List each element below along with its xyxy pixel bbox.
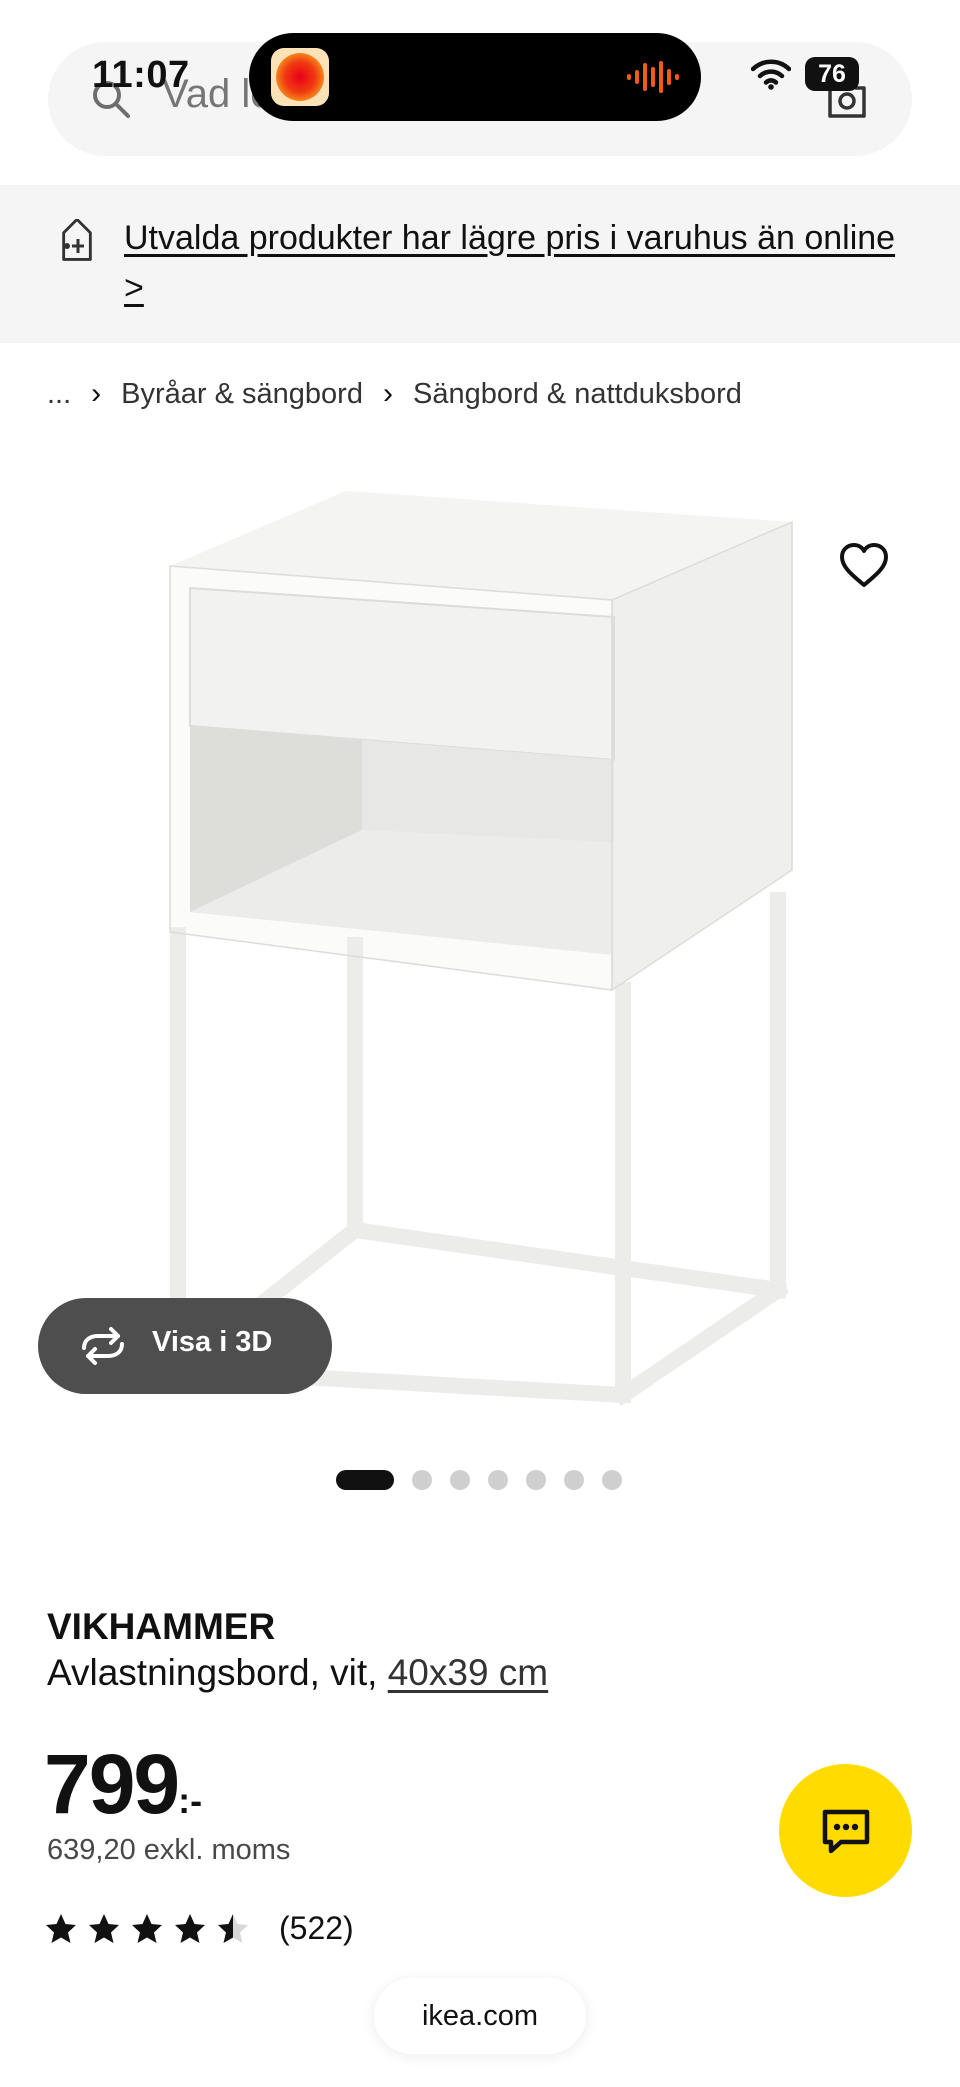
heart-icon[interactable] bbox=[838, 540, 890, 592]
breadcrumb-item-dressers[interactable]: Byråar & sängbord bbox=[121, 378, 363, 411]
carousel-dot-active[interactable] bbox=[336, 1470, 394, 1490]
half-star-icon bbox=[218, 1913, 248, 1943]
chat-button[interactable] bbox=[779, 1764, 912, 1897]
rotate-3d-icon bbox=[82, 1327, 124, 1365]
price-value: 799 bbox=[44, 1737, 180, 1831]
price: 799 :- bbox=[44, 1736, 202, 1833]
live-activity-app-icon bbox=[271, 48, 329, 106]
breadcrumb-ellipsis[interactable]: ... bbox=[47, 378, 71, 411]
breadcrumb-item-bedside-tables[interactable]: Sängbord & nattduksbord bbox=[413, 378, 742, 411]
wifi-icon bbox=[751, 59, 791, 90]
carousel-dot[interactable] bbox=[412, 1470, 432, 1490]
star-icon bbox=[89, 1913, 119, 1943]
product-description: Avlastningsbord, vit, 40x39 cm bbox=[47, 1652, 548, 1694]
audio-wave-icon bbox=[627, 61, 679, 93]
carousel-dot[interactable] bbox=[564, 1470, 584, 1490]
star-icon bbox=[175, 1913, 205, 1943]
status-time: 11:07 bbox=[92, 54, 190, 96]
chat-icon bbox=[822, 1809, 870, 1854]
rating-count: (522) bbox=[279, 1910, 354, 1946]
dynamic-island bbox=[249, 33, 701, 121]
battery-indicator: 76 bbox=[805, 57, 859, 91]
view-3d-button[interactable]: Visa i 3D bbox=[38, 1298, 332, 1394]
carousel-dot[interactable] bbox=[450, 1470, 470, 1490]
product-type: Avlastningsbord, vit, bbox=[47, 1652, 388, 1693]
carousel-indicator bbox=[336, 1470, 640, 1490]
promo-banner[interactable]: Utvalda produkter har lägre pris i varuh… bbox=[0, 185, 960, 343]
carousel-dot[interactable] bbox=[602, 1470, 622, 1490]
carousel-dot[interactable] bbox=[488, 1470, 508, 1490]
chevron-right-icon: › bbox=[382, 377, 393, 410]
rating[interactable]: (522) bbox=[44, 1910, 354, 1947]
breadcrumb: ... › Byråar & sängbord › Sängbord & nat… bbox=[47, 374, 742, 414]
chevron-right-icon: › bbox=[91, 377, 102, 410]
price-excl-vat: 639,20 exkl. moms bbox=[47, 1834, 291, 1866]
product-image[interactable] bbox=[0, 470, 960, 1430]
star-icon bbox=[46, 1913, 76, 1943]
price-suffix: :- bbox=[178, 1780, 203, 1821]
product-size-link[interactable]: 40x39 cm bbox=[388, 1652, 548, 1693]
price-tag-icon bbox=[62, 219, 92, 261]
view-3d-label: Visa i 3D bbox=[152, 1326, 273, 1358]
star-icon bbox=[132, 1913, 162, 1943]
browser-url-bar[interactable]: ikea.com bbox=[374, 1978, 586, 2054]
promo-link[interactable]: Utvalda produkter har lägre pris i varuh… bbox=[124, 213, 914, 313]
carousel-dot[interactable] bbox=[526, 1470, 546, 1490]
product-name: VIKHAMMER bbox=[47, 1606, 276, 1647]
